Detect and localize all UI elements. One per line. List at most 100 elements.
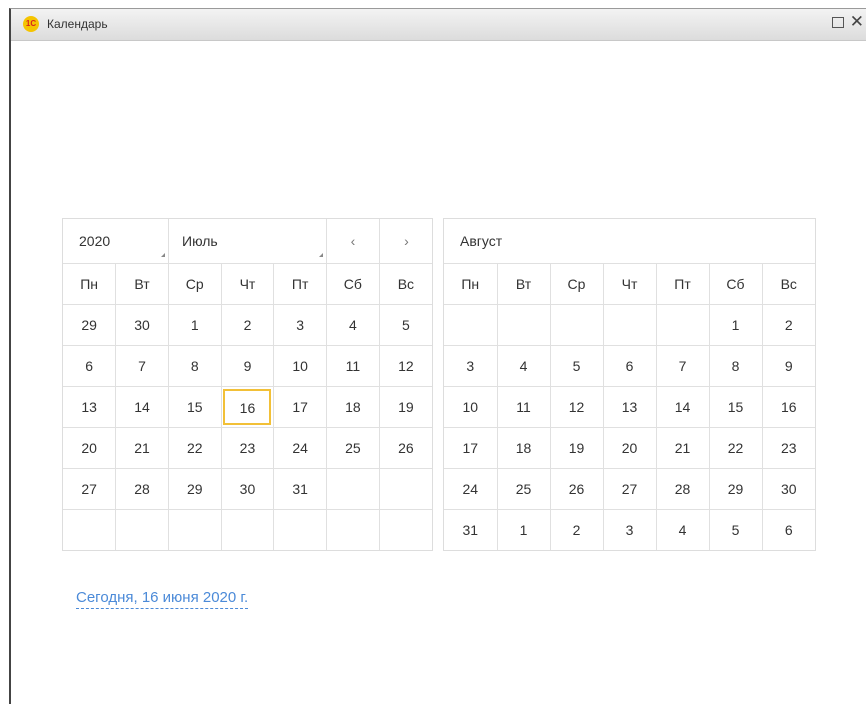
day-cell[interactable]: [167, 509, 222, 550]
calendar-month-august: Август Пн Вт Ср Чт Пт Сб Вс 1 2 3 4 5 6 …: [443, 218, 816, 551]
next-month-button[interactable]: ›: [380, 219, 433, 263]
day-cell[interactable]: 31: [273, 468, 328, 510]
day-cell[interactable]: 1: [708, 304, 763, 346]
day-cell[interactable]: 15: [708, 386, 763, 428]
day-cell[interactable]: 11: [326, 345, 380, 387]
day-cell[interactable]: [273, 509, 328, 550]
day-cell[interactable]: 4: [326, 304, 380, 346]
day-cell[interactable]: 15: [167, 386, 222, 428]
day-cell[interactable]: 3: [444, 345, 498, 387]
day-cell[interactable]: 4: [496, 345, 551, 387]
day-cell[interactable]: 19: [549, 427, 604, 469]
day-cell[interactable]: 7: [115, 345, 169, 387]
day-cell[interactable]: [444, 304, 498, 346]
day-cell[interactable]: [602, 304, 657, 346]
day-cell[interactable]: 25: [496, 468, 551, 510]
day-cell[interactable]: 24: [444, 468, 498, 510]
day-cell[interactable]: 28: [115, 468, 169, 510]
day-cell[interactable]: 5: [378, 304, 432, 346]
day-cell[interactable]: 11: [496, 386, 551, 428]
week-row: 31 1 2 3 4 5 6: [444, 509, 815, 550]
day-cell[interactable]: 4: [655, 509, 710, 550]
day-cell[interactable]: 22: [708, 427, 763, 469]
prev-month-button[interactable]: ‹: [327, 219, 380, 263]
weekday-label: Ср: [549, 264, 604, 305]
day-cell[interactable]: 10: [444, 386, 498, 428]
day-cell[interactable]: 1: [496, 509, 551, 550]
day-cell[interactable]: [115, 509, 169, 550]
week-row: 27 28 29 30 31: [63, 468, 432, 510]
day-cell[interactable]: 12: [549, 386, 604, 428]
day-cell[interactable]: 23: [220, 427, 275, 469]
day-cell[interactable]: [549, 304, 604, 346]
day-cell[interactable]: [655, 304, 710, 346]
day-cell[interactable]: 30: [220, 468, 275, 510]
day-cell[interactable]: 23: [761, 427, 815, 469]
today-link[interactable]: Сегодня, 16 июня 2020 г.: [76, 588, 249, 609]
day-cell[interactable]: [378, 468, 432, 510]
day-cell[interactable]: 17: [444, 427, 498, 469]
week-row: 3 4 5 6 7 8 9: [444, 345, 815, 387]
day-cell[interactable]: 30: [115, 304, 169, 346]
day-cell[interactable]: 18: [326, 386, 380, 428]
day-cell[interactable]: 20: [63, 427, 117, 469]
day-cell[interactable]: 13: [602, 386, 657, 428]
day-cell[interactable]: 5: [549, 345, 604, 387]
day-cell[interactable]: [326, 468, 380, 510]
year-field[interactable]: 2020: [63, 219, 169, 263]
day-cell[interactable]: [326, 509, 380, 550]
day-cell[interactable]: 6: [761, 509, 815, 550]
day-cell[interactable]: 26: [378, 427, 432, 469]
day-cell[interactable]: 9: [220, 345, 275, 387]
day-cell[interactable]: 18: [496, 427, 551, 469]
day-cell[interactable]: 19: [378, 386, 432, 428]
day-cell[interactable]: 6: [63, 345, 117, 387]
month-value: Июль: [182, 233, 218, 249]
day-cell[interactable]: 27: [602, 468, 657, 510]
day-cell[interactable]: 16: [761, 386, 815, 428]
day-cell[interactable]: 8: [708, 345, 763, 387]
day-cell[interactable]: 5: [708, 509, 763, 550]
day-cell[interactable]: [63, 509, 117, 550]
day-cell[interactable]: 22: [167, 427, 222, 469]
maximize-icon[interactable]: [832, 17, 844, 28]
close-icon[interactable]: ✕: [850, 12, 864, 32]
day-cell[interactable]: 24: [273, 427, 328, 469]
day-cell[interactable]: 7: [655, 345, 710, 387]
month-field[interactable]: Июль: [169, 219, 327, 263]
day-cell[interactable]: 31: [444, 509, 498, 550]
day-cell-selected[interactable]: 16: [220, 386, 275, 428]
day-cell[interactable]: 12: [378, 345, 432, 387]
day-cell[interactable]: 2: [549, 509, 604, 550]
day-cell[interactable]: 29: [63, 304, 117, 346]
day-cell[interactable]: 9: [761, 345, 815, 387]
day-cell[interactable]: [496, 304, 551, 346]
weekday-row: Пн Вт Ср Чт Пт Сб Вс: [444, 264, 815, 305]
day-cell[interactable]: 21: [655, 427, 710, 469]
day-cell[interactable]: 6: [602, 345, 657, 387]
day-cell[interactable]: 3: [273, 304, 328, 346]
day-cell[interactable]: 21: [115, 427, 169, 469]
day-cell[interactable]: [220, 509, 275, 550]
day-cell[interactable]: 26: [549, 468, 604, 510]
day-cell[interactable]: 10: [273, 345, 328, 387]
day-cell[interactable]: 8: [167, 345, 222, 387]
day-cell[interactable]: 14: [115, 386, 169, 428]
day-cell[interactable]: 17: [273, 386, 328, 428]
day-cell[interactable]: 25: [326, 427, 380, 469]
day-cell[interactable]: 3: [602, 509, 657, 550]
chevron-right-icon: ›: [404, 233, 409, 249]
day-cell[interactable]: 29: [167, 468, 222, 510]
day-cell[interactable]: 29: [708, 468, 763, 510]
day-cell[interactable]: 1: [167, 304, 222, 346]
day-cell[interactable]: 27: [63, 468, 117, 510]
day-cell[interactable]: 14: [655, 386, 710, 428]
weekday-label: Ср: [167, 264, 222, 305]
day-cell[interactable]: [378, 509, 432, 550]
day-cell[interactable]: 28: [655, 468, 710, 510]
day-cell[interactable]: 2: [761, 304, 815, 346]
day-cell[interactable]: 2: [220, 304, 275, 346]
day-cell[interactable]: 30: [761, 468, 815, 510]
day-cell[interactable]: 20: [602, 427, 657, 469]
day-cell[interactable]: 13: [63, 386, 117, 428]
